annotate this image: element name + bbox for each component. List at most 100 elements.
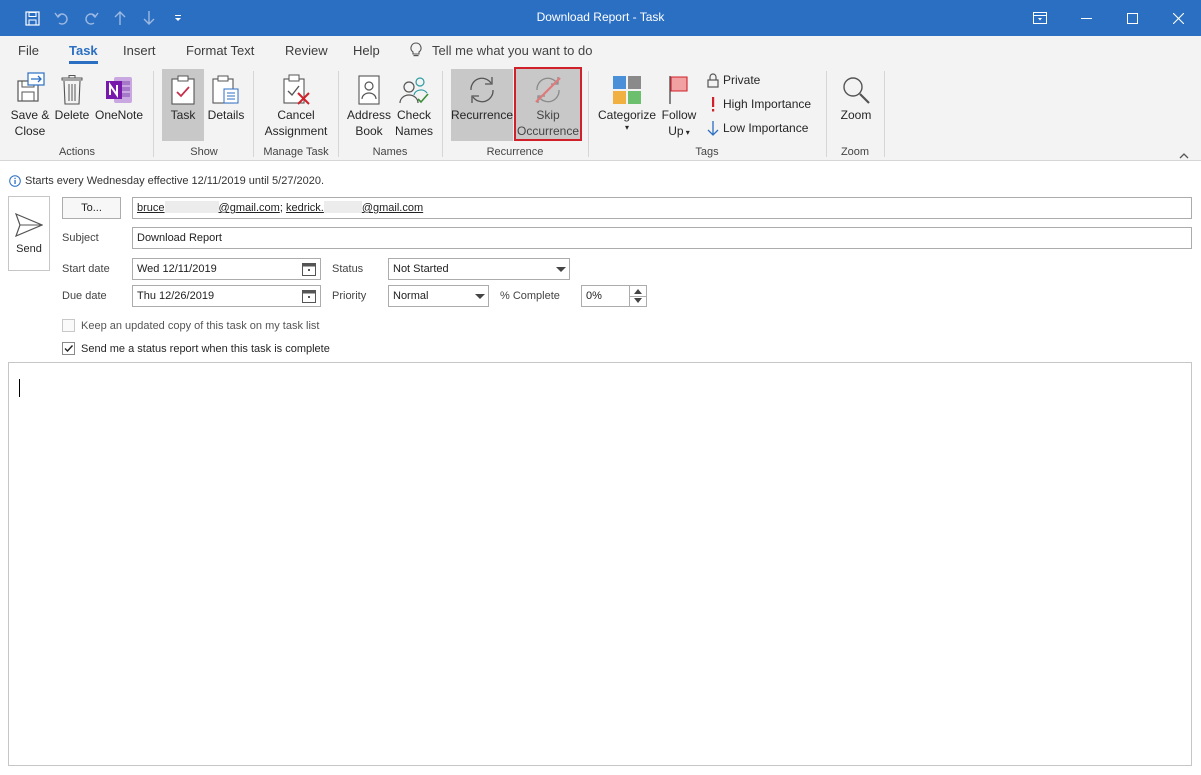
low-importance-button[interactable]: Low Importance bbox=[705, 119, 808, 137]
start-date-label: Start date bbox=[62, 263, 110, 275]
minimize-icon[interactable] bbox=[1063, 0, 1109, 36]
show-details-label: Details bbox=[207, 108, 245, 122]
group-label-show: Show bbox=[190, 146, 218, 158]
percent-complete-stepper[interactable] bbox=[629, 285, 647, 307]
categorize-label: Categorize bbox=[597, 108, 657, 122]
address-book-icon bbox=[358, 75, 380, 105]
delete-button[interactable]: Delete bbox=[54, 69, 90, 141]
stepper-divider bbox=[630, 296, 646, 297]
status-report-checkbox[interactable] bbox=[62, 342, 75, 355]
group-separator bbox=[588, 71, 589, 157]
group-label-zoom: Zoom bbox=[840, 146, 870, 158]
follow-up-label-2: Up bbox=[668, 124, 684, 138]
tab-insert[interactable]: Insert bbox=[123, 43, 156, 58]
private-label: Private bbox=[723, 73, 761, 87]
save-close-button[interactable]: Save & Close bbox=[8, 69, 52, 141]
magnifier-icon bbox=[843, 77, 870, 104]
maximize-icon[interactable] bbox=[1109, 0, 1155, 36]
keep-copy-label: Keep an updated copy of this task on my … bbox=[81, 320, 320, 332]
to-button[interactable]: To... bbox=[62, 197, 121, 219]
recurrence-button[interactable]: Recurrence bbox=[451, 69, 513, 141]
high-importance-label: High Importance bbox=[723, 97, 812, 111]
lock-icon bbox=[705, 72, 721, 88]
check-names-button[interactable]: Check Names bbox=[394, 69, 434, 141]
group-label-recurrence: Recurrence bbox=[486, 146, 544, 158]
percent-complete-label: % Complete bbox=[500, 290, 560, 302]
recurrence-icon bbox=[470, 77, 494, 103]
tell-me-text: Tell me what you want to do bbox=[432, 42, 593, 58]
cancel-assignment-label-2: Assignment bbox=[264, 124, 328, 138]
address-book-label-2: Book bbox=[355, 124, 383, 138]
tab-review[interactable]: Review bbox=[285, 43, 328, 58]
group-separator bbox=[253, 71, 254, 157]
start-date-value: Wed 12/11/2019 bbox=[137, 263, 217, 275]
group-separator bbox=[153, 71, 154, 157]
onenote-button[interactable]: OneNote bbox=[93, 69, 145, 141]
due-date-input[interactable]: Thu 12/26/2019 bbox=[132, 285, 321, 307]
details-icon bbox=[212, 75, 239, 104]
high-importance-button[interactable]: High Importance bbox=[705, 95, 811, 113]
recipient-1-domain: @gmail.com bbox=[218, 202, 280, 214]
group-label-manage-task: Manage Task bbox=[263, 146, 329, 158]
lightbulb-icon bbox=[410, 42, 422, 57]
info-icon bbox=[9, 175, 21, 187]
ribbon: Save & Close Delete OneNote Actions Task… bbox=[0, 65, 1201, 161]
group-separator bbox=[338, 71, 339, 157]
subject-input[interactable]: Download Report bbox=[132, 227, 1192, 249]
categorize-button[interactable]: Categorize ▾ bbox=[596, 69, 658, 141]
due-date-value: Thu 12/26/2019 bbox=[137, 290, 215, 302]
ribbon-display-icon[interactable] bbox=[1017, 0, 1063, 36]
status-label: Status bbox=[332, 263, 364, 275]
recurrence-label: Recurrence bbox=[451, 108, 514, 122]
zoom-label: Zoom bbox=[840, 108, 872, 122]
follow-up-button[interactable]: Follow Up ▾ bbox=[659, 69, 699, 141]
spin-down-icon[interactable] bbox=[634, 298, 642, 303]
send-button[interactable]: Send bbox=[8, 196, 50, 271]
task-body-editor[interactable] bbox=[8, 362, 1192, 766]
chevron-down-icon bbox=[475, 294, 485, 299]
tell-me-search[interactable]: Tell me what you want to do bbox=[410, 42, 592, 58]
group-separator bbox=[884, 71, 885, 157]
chevron-down-icon: ▾ bbox=[683, 128, 690, 137]
collapse-ribbon-icon[interactable] bbox=[1179, 148, 1189, 162]
tab-format-text[interactable]: Format Text bbox=[186, 43, 254, 58]
priority-select[interactable]: Normal bbox=[388, 285, 489, 307]
save-close-icon bbox=[17, 72, 45, 102]
calendar-icon[interactable] bbox=[302, 262, 316, 283]
follow-up-label-1: Follow bbox=[661, 108, 697, 122]
check-names-label-1: Check bbox=[396, 108, 431, 122]
percent-complete-input[interactable]: 0% bbox=[581, 285, 630, 307]
recipient-2[interactable]: kedrick. @gmail.com bbox=[286, 201, 423, 214]
save-close-label-2: Close bbox=[14, 124, 46, 138]
recipient-1[interactable]: bruce @gmail.com bbox=[137, 201, 280, 214]
trash-icon bbox=[61, 75, 83, 105]
show-task-button[interactable]: Task bbox=[162, 69, 204, 141]
spin-up-icon[interactable] bbox=[634, 289, 642, 294]
close-icon[interactable] bbox=[1155, 0, 1201, 36]
address-book-button[interactable]: Address Book bbox=[345, 69, 393, 141]
onenote-icon bbox=[106, 77, 132, 103]
start-date-input[interactable]: Wed 12/11/2019 bbox=[132, 258, 321, 280]
tab-help[interactable]: Help bbox=[353, 43, 380, 58]
group-label-tags: Tags bbox=[695, 146, 719, 158]
zoom-button[interactable]: Zoom bbox=[834, 69, 878, 141]
group-separator bbox=[826, 71, 827, 157]
skip-occurrence-highlight bbox=[514, 67, 582, 141]
info-text: Starts every Wednesday effective 12/11/2… bbox=[25, 175, 325, 187]
subject-label: Subject bbox=[62, 232, 99, 244]
tab-task[interactable]: Task bbox=[69, 43, 98, 64]
keep-copy-checkbox[interactable] bbox=[62, 319, 75, 332]
status-select[interactable]: Not Started bbox=[388, 258, 570, 280]
cancel-assignment-label-1: Cancel bbox=[277, 108, 315, 122]
flag-icon bbox=[669, 76, 688, 104]
show-details-button[interactable]: Details bbox=[206, 69, 246, 141]
tab-file[interactable]: File bbox=[18, 43, 39, 58]
group-separator bbox=[442, 71, 443, 157]
cancel-assignment-button[interactable]: Cancel Assignment bbox=[260, 69, 332, 141]
ribbon-tabs: File Task Insert Format Text Review Help… bbox=[0, 36, 1201, 65]
high-importance-icon bbox=[705, 96, 721, 112]
to-field[interactable]: bruce @gmail.com; kedrick. @gmail.com bbox=[132, 197, 1192, 219]
tab-task-label: Task bbox=[69, 43, 98, 58]
calendar-icon[interactable] bbox=[302, 289, 316, 310]
private-button[interactable]: Private bbox=[705, 71, 760, 89]
